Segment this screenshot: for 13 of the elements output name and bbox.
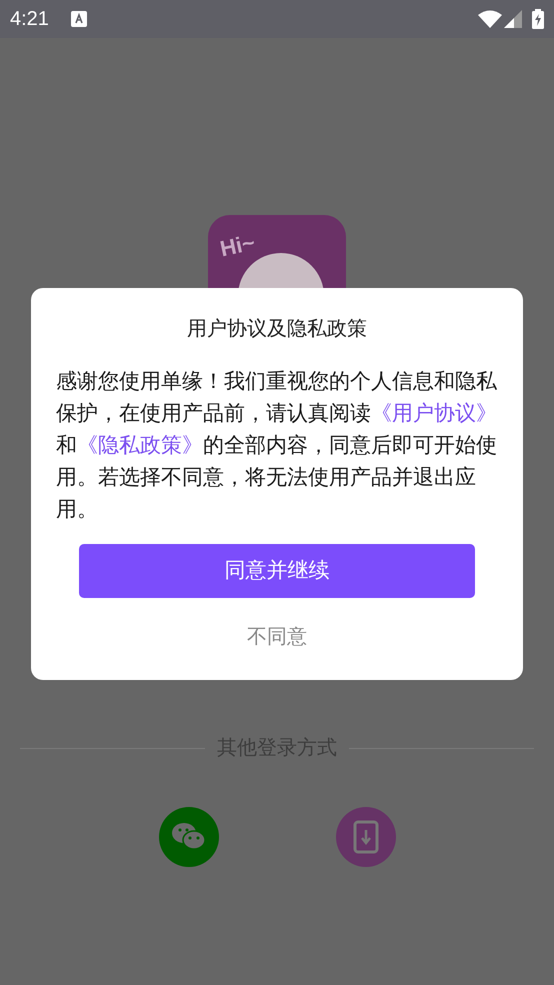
wifi-icon xyxy=(478,10,502,28)
policy-link[interactable]: 《隐私政策》 xyxy=(77,434,203,457)
decline-button[interactable]: 不同意 xyxy=(247,622,307,652)
agree-button[interactable]: 同意并继续 xyxy=(79,544,475,598)
logo-text: Hi~ xyxy=(216,228,258,264)
battery-charging-icon xyxy=(532,9,544,29)
dialog-title: 用户协议及隐私政策 xyxy=(187,317,367,342)
policy-link[interactable]: 《用户协议》 xyxy=(371,402,497,425)
dialog-message: 感谢您使用单缘！我们重视您的个人信息和隐私保护，在使用产品前，请认真阅读《用户协议》 和《隐私政策》的全部内容，同意后即可开始使用。若选择不同意，将无法使用产品并退出应用。 xyxy=(55,369,498,523)
clock-time: 4:21 xyxy=(10,7,49,32)
keyboard-a-icon xyxy=(70,11,87,27)
signal-icon xyxy=(504,10,522,28)
phone-download-icon xyxy=(352,820,378,854)
